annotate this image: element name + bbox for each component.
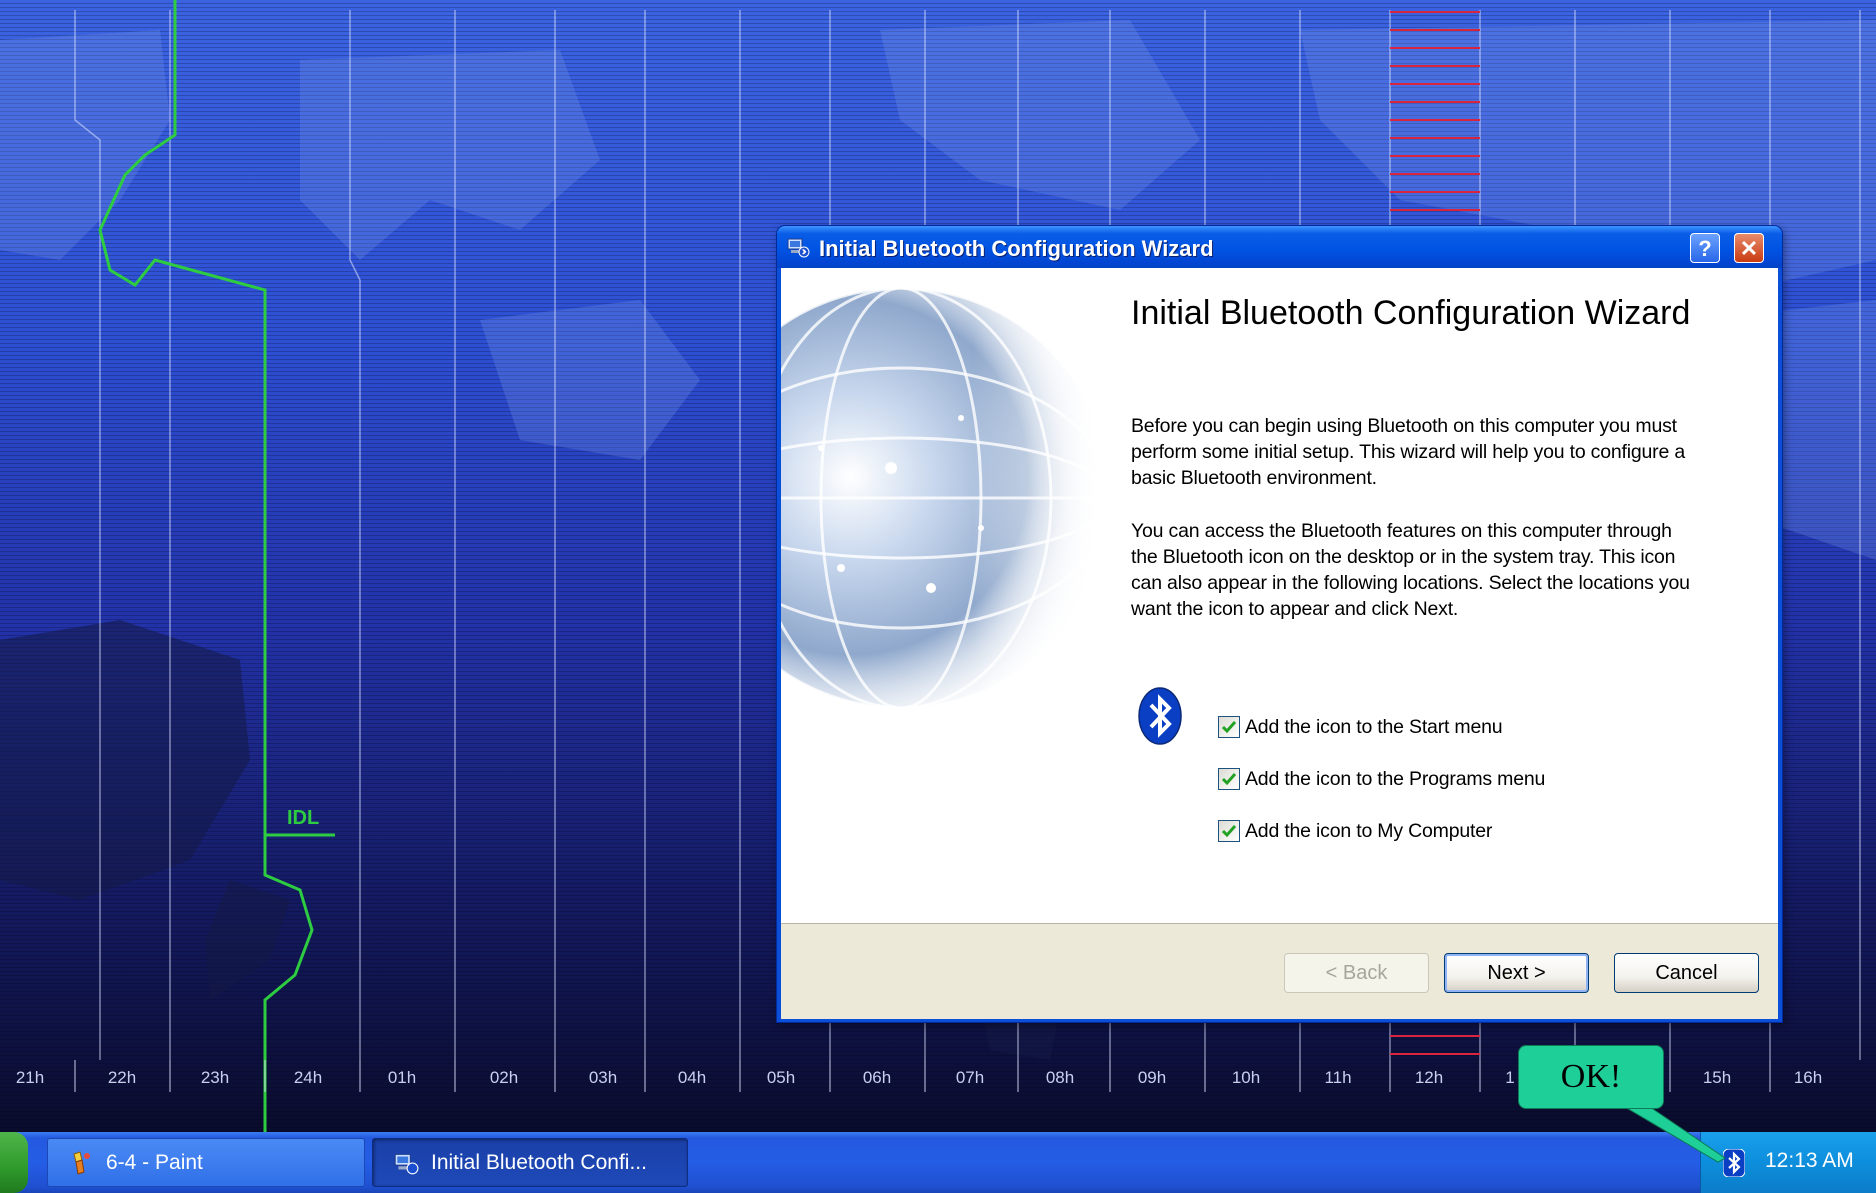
time-zone-label: 21h: [15, 1068, 45, 1087]
time-zone-label: 04h: [677, 1068, 707, 1087]
back-button[interactable]: < Back: [1284, 953, 1429, 993]
time-zone-label: 06h: [862, 1068, 892, 1087]
time-zone-label: 24h: [293, 1068, 323, 1087]
time-zone-label: 22h: [107, 1068, 137, 1087]
checkbox-start-menu[interactable]: Add the icon to the Start menu: [1218, 714, 1503, 740]
time-zone-label: 08h: [1045, 1068, 1075, 1087]
time-zone-label: 12h: [1414, 1068, 1444, 1087]
help-button[interactable]: ?: [1690, 233, 1720, 263]
checkbox[interactable]: [1218, 768, 1240, 790]
time-zone-label: 07h: [955, 1068, 985, 1087]
clock[interactable]: 12:13 AM: [1765, 1149, 1854, 1173]
checkbox-my-computer[interactable]: Add the icon to My Computer: [1218, 818, 1492, 844]
intro-paragraph: Before you can begin using Bluetooth on …: [1131, 415, 1685, 489]
wizard-body: Initial Bluetooth Configuration Wizard B…: [781, 268, 1778, 1019]
checkbox-label: Add the icon to the Start menu: [1245, 715, 1503, 738]
checkmark-icon: [1221, 773, 1237, 786]
time-zone-label: 15h: [1702, 1068, 1732, 1087]
wizard-button-bar: < Back Next > Cancel: [781, 923, 1778, 1019]
wizard-heading: Initial Bluetooth Configuration Wizard: [1131, 294, 1691, 332]
time-zone-label: 11h: [1324, 1068, 1352, 1087]
close-button[interactable]: ✕: [1734, 233, 1764, 263]
taskbar-item-label: 6-4 - Paint: [106, 1150, 203, 1174]
taskbar: 6-4 - Paint Initial Bluetooth Confi... 1…: [0, 1132, 1876, 1193]
time-zone-label: 02h: [489, 1068, 519, 1087]
checkbox-programs-menu[interactable]: Add the icon to the Programs menu: [1218, 766, 1545, 792]
checkbox-label: Add the icon to the Programs menu: [1245, 767, 1546, 790]
next-button[interactable]: Next >: [1444, 953, 1589, 993]
bluetooth-logo-icon: [1138, 687, 1182, 745]
title-bar[interactable]: Initial Bluetooth Configuration Wizard ?…: [777, 226, 1782, 268]
locations-paragraph: You can access the Bluetooth features on…: [1131, 520, 1690, 620]
time-zone-label: 03h: [588, 1068, 618, 1087]
idl-label: IDL: [287, 807, 320, 829]
bluetooth-wizard-icon: [394, 1153, 419, 1174]
bluetooth-icon[interactable]: [1723, 1149, 1745, 1177]
time-zone-label: 16h: [1793, 1068, 1823, 1087]
time-zone-label: 10h: [1231, 1068, 1261, 1087]
ok-callout: OK!: [1518, 1045, 1664, 1109]
checkmark-icon: [1221, 721, 1237, 734]
checkbox-label: Add the icon to My Computer: [1245, 819, 1493, 842]
start-button[interactable]: [0, 1132, 28, 1193]
time-zone-label: 09h: [1137, 1068, 1167, 1087]
taskbar-item-bluetooth-wizard[interactable]: Initial Bluetooth Confi...: [372, 1138, 688, 1187]
cancel-button[interactable]: Cancel: [1614, 953, 1759, 993]
system-tray: 12:13 AM: [1700, 1132, 1876, 1193]
bluetooth-wizard-window: Initial Bluetooth Configuration Wizard ?…: [776, 225, 1783, 1023]
time-zone-label: 01h: [387, 1068, 417, 1087]
globe-illustration: [781, 268, 1101, 823]
taskbar-item-label: Initial Bluetooth Confi...: [431, 1150, 647, 1174]
checkmark-icon: [1221, 825, 1237, 838]
checkbox[interactable]: [1218, 820, 1240, 842]
taskbar-item-paint[interactable]: 6-4 - Paint: [47, 1138, 365, 1187]
checkbox[interactable]: [1218, 716, 1240, 738]
time-zone-label: 05h: [766, 1068, 796, 1087]
bluetooth-wizard-icon: [787, 238, 810, 258]
window-title: Initial Bluetooth Configuration Wizard: [819, 236, 1214, 261]
paint-icon: [73, 1150, 90, 1175]
time-zone-label: 23h: [200, 1068, 230, 1087]
